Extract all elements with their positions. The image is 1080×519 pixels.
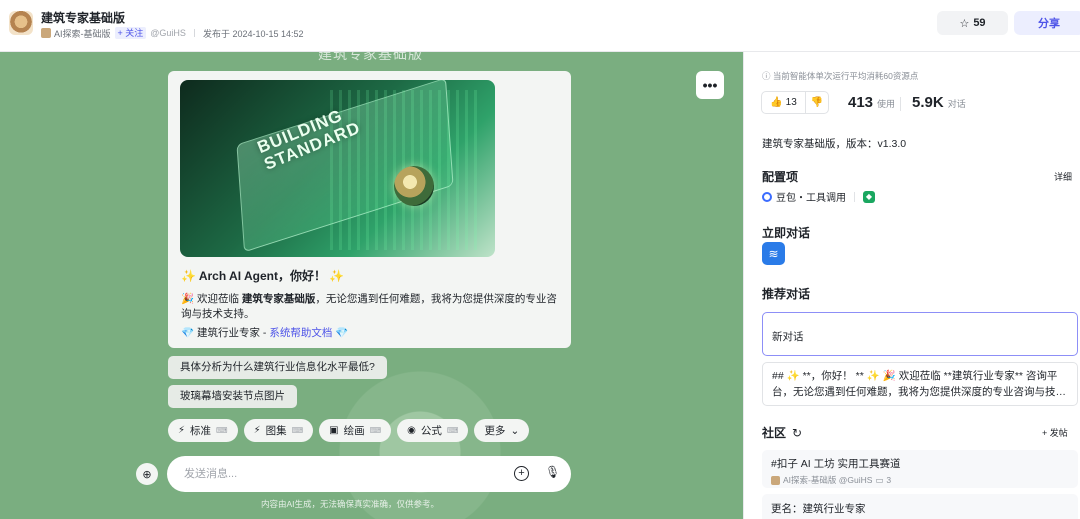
ai-disclaimer: 内容由AI生成，无法确保真实准确，仅供参考。 bbox=[261, 499, 440, 509]
app-meta: AI探索-基础版 + 关注 @GuiHS 发布于 2024-10-15 14:5… bbox=[41, 27, 304, 39]
chat-area: 建筑专家基础版 ••• BUILDING STANDARD ✨ Arch AI … bbox=[0, 52, 743, 519]
new-chat-icon[interactable]: ⊕ bbox=[136, 463, 158, 485]
dialog-stat: 5.9K 对话 bbox=[912, 94, 966, 111]
hero-orb bbox=[394, 166, 434, 206]
follow-button[interactable]: + 关注 bbox=[114, 27, 147, 39]
usage-count: 413 bbox=[848, 94, 874, 111]
help-suffix: 💎 bbox=[332, 327, 349, 339]
suggestion-chip[interactable]: 具体分析为什么建筑行业信息化水平最低? bbox=[168, 356, 387, 379]
doubao-icon bbox=[762, 191, 772, 202]
model-divider bbox=[854, 191, 855, 202]
vote-group: 👍 13 👎 bbox=[761, 91, 829, 114]
author-handle[interactable]: @GuiHS bbox=[150, 28, 186, 38]
usage-stat: 413 使用 bbox=[848, 94, 895, 111]
shortcut-icon: ⌨ bbox=[446, 426, 459, 435]
usage-label: 使用 bbox=[877, 99, 896, 109]
refresh-icon[interactable]: ↻ bbox=[792, 426, 802, 440]
message-input-box: + 🎙 bbox=[167, 456, 571, 492]
background-title: 建筑专家基础版 bbox=[318, 52, 423, 62]
dislike-button[interactable]: 👎 bbox=[806, 97, 828, 108]
sparkle-icon: ⚡ bbox=[253, 425, 261, 436]
suggestion-chip[interactable]: 玻璃幕墙安装节点图片 bbox=[168, 385, 297, 408]
workspace-avatar bbox=[41, 28, 51, 38]
more-options-icon[interactable]: ••• bbox=[696, 71, 724, 99]
help-line: 💎 建筑行业专家 - 系统帮助文档 💎 bbox=[181, 325, 348, 340]
welcome-bold: 建筑专家基础版 bbox=[241, 293, 316, 305]
tool-atlas[interactable]: ⚡ 图集 ⌨ bbox=[243, 419, 314, 442]
shortcut-icon: ⌨ bbox=[291, 426, 304, 435]
star-button[interactable]: ☆ 59 bbox=[937, 11, 1008, 35]
comment-icon: ▭ bbox=[875, 474, 884, 485]
help-prefix: 💎 建筑行业专家 - bbox=[181, 327, 270, 339]
thumbs-down-icon: 👎 bbox=[810, 97, 824, 108]
publish-date: 发布于 2024-10-15 14:52 bbox=[202, 28, 304, 39]
tool-label: 标准 bbox=[190, 425, 212, 437]
tool-drawing[interactable]: ▣ 绘画 ⌨ bbox=[319, 419, 392, 442]
cost-note: ⓘ 当前智能体单次运行平均消耗60资源点 bbox=[762, 71, 919, 81]
comment-count: 3 bbox=[886, 475, 892, 485]
version-text: 建筑专家基础版，版本：v1.3.0 bbox=[762, 138, 907, 150]
like-button[interactable]: 👍 13 bbox=[762, 92, 806, 113]
welcome-card: BUILDING STANDARD ✨ Arch AI Agent，你好！ ✨ … bbox=[168, 71, 571, 348]
sparkle-icon: ⚡ bbox=[178, 425, 186, 436]
greeting-heading: ✨ Arch AI Agent，你好！ ✨ bbox=[181, 269, 345, 283]
welcome-prefix: 🎉 欢迎莅临 bbox=[181, 293, 242, 305]
dialog-count: 5.9K bbox=[912, 94, 944, 111]
config-title: 配置项 bbox=[762, 170, 799, 184]
model-row: 豆包・工具调用 ◆ bbox=[762, 189, 875, 204]
community-header: 社区 ↻ bbox=[762, 424, 802, 441]
author-avatar bbox=[771, 475, 780, 485]
new-conversation-item[interactable]: 新对话 bbox=[762, 312, 1078, 356]
image-icon: ▣ bbox=[329, 425, 339, 436]
tool-bar: ⚡ 标准 ⌨ ⚡ 图集 ⌨ ▣ 绘画 ⌨ ◉ 公式 ⌨ 更多 ⌄ bbox=[168, 419, 530, 442]
tool-label: 公式 bbox=[420, 425, 442, 437]
community-post[interactable]: #扣子 AI 工坊 实用工具赛道 AI探索-基础版 @GuiHS ▭ 3 bbox=[762, 450, 1078, 488]
share-button[interactable]: 分享 bbox=[1014, 11, 1080, 35]
star-icon: ☆ bbox=[959, 17, 970, 30]
shortcut-icon: ⌨ bbox=[369, 426, 382, 435]
plugin-icon[interactable]: ◆ bbox=[863, 190, 875, 203]
tool-formula[interactable]: ◉ 公式 ⌨ bbox=[397, 419, 469, 442]
recommend-title: 推荐对话 bbox=[762, 287, 811, 301]
attach-plus-icon[interactable]: + bbox=[514, 466, 529, 481]
chevron-down-icon: ⌄ bbox=[510, 424, 520, 437]
chat-now-title: 立即对话 bbox=[762, 226, 811, 240]
meta-divider bbox=[193, 29, 195, 37]
post-author: AI探索-基础版 @GuiHS bbox=[783, 475, 873, 485]
detail-link[interactable]: 详细 bbox=[1054, 170, 1072, 183]
info-panel: ⓘ 当前智能体单次运行平均消耗60资源点 👍 13 👎 413 使用 5.9K … bbox=[743, 52, 1080, 519]
post-meta: AI探索-基础版 @GuiHS ▭ 3 bbox=[771, 474, 1069, 486]
help-doc-link[interactable]: 系统帮助文档 bbox=[269, 327, 332, 339]
app-avatar bbox=[9, 11, 33, 35]
app-title: 建筑专家基础版 bbox=[41, 11, 126, 25]
workspace-name[interactable]: AI探索-基础版 bbox=[54, 27, 111, 40]
welcome-text: 🎉 欢迎莅临 建筑专家基础版，无论您遇到任何难题，我将为您提供深度的专业咨询与技… bbox=[181, 292, 561, 322]
microphone-icon[interactable]: 🎙 bbox=[545, 465, 560, 479]
star-count: 59 bbox=[973, 17, 986, 29]
tool-standard[interactable]: ⚡ 标准 ⌨ bbox=[168, 419, 238, 442]
tool-label: 图集 bbox=[265, 425, 287, 437]
more-label: 更多 bbox=[484, 425, 506, 437]
conversation-preview-item[interactable]: ## ✨ **，你好！ ** ✨ 🎉 欢迎莅临 **建筑行业专家** 咨询平台，… bbox=[762, 362, 1078, 406]
formula-icon: ◉ bbox=[407, 425, 416, 436]
stat-divider bbox=[900, 97, 901, 111]
new-post-button[interactable]: + 发帖 bbox=[1042, 426, 1068, 439]
top-header: 建筑专家基础版 AI探索-基础版 + 关注 @GuiHS 发布于 2024-10… bbox=[0, 0, 1080, 52]
hero-image: BUILDING STANDARD bbox=[180, 80, 495, 257]
model-label[interactable]: 豆包・工具调用 bbox=[776, 189, 846, 204]
feishu-icon[interactable]: ≋ bbox=[762, 242, 785, 265]
thumbs-up-icon: 👍 bbox=[770, 97, 783, 108]
like-count: 13 bbox=[785, 97, 797, 108]
shortcut-icon: ⌨ bbox=[216, 426, 228, 435]
post-title: #扣子 AI 工坊 实用工具赛道 bbox=[771, 458, 901, 470]
community-post[interactable]: 更名：建筑行业专家 bbox=[762, 494, 1078, 519]
tool-label: 绘画 bbox=[343, 425, 365, 437]
dialog-label: 对话 bbox=[947, 99, 966, 109]
community-title: 社区 bbox=[762, 426, 787, 440]
message-input[interactable] bbox=[184, 465, 484, 483]
more-tools-button[interactable]: 更多 ⌄ bbox=[474, 419, 530, 442]
